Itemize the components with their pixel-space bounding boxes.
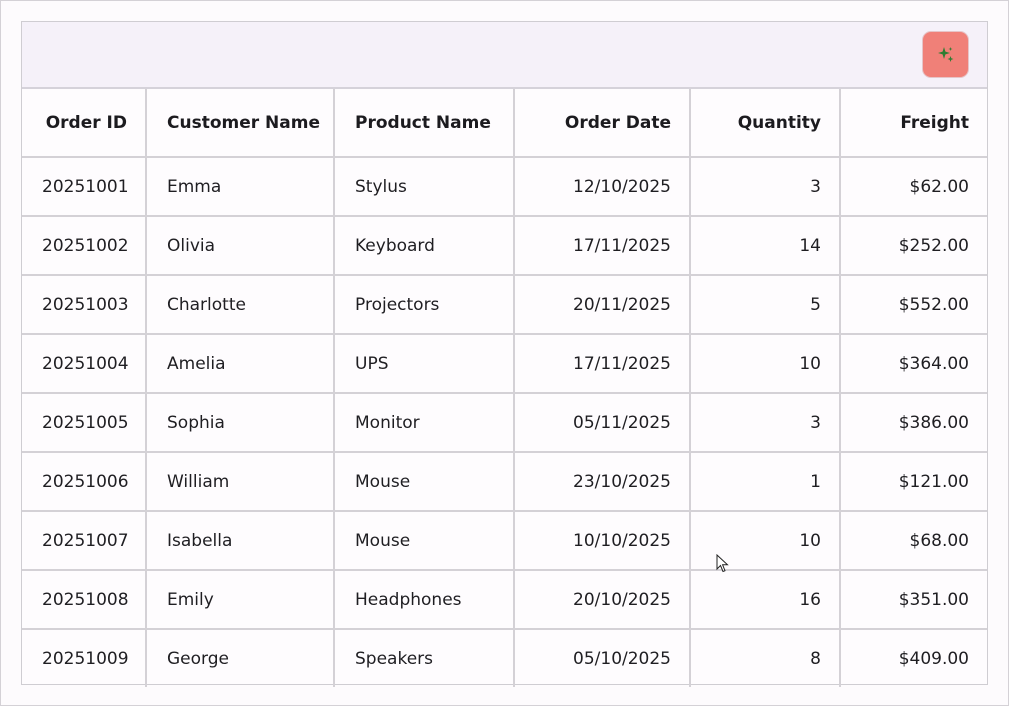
cell-customer-name[interactable]: Emily (146, 570, 335, 630)
cell-customer-name[interactable]: Amelia (146, 334, 335, 394)
cell-product-name[interactable]: Mouse (334, 452, 515, 512)
cell-order-date[interactable]: 20/11/2025 (514, 275, 691, 335)
cell-customer-name[interactable]: William (146, 452, 335, 512)
cell-freight[interactable]: $364.00 (840, 334, 987, 394)
cell-freight[interactable]: $351.00 (840, 570, 987, 630)
column-header-quantity[interactable]: Quantity (690, 89, 841, 158)
cell-product-name[interactable]: UPS (334, 334, 515, 394)
cell-order-id[interactable]: 20251007 (22, 511, 147, 571)
table-row[interactable]: 20251006 William Mouse 23/10/2025 1 $121… (22, 452, 987, 512)
cell-freight[interactable]: $409.00 (840, 629, 987, 687)
column-header-order-id[interactable]: Order ID (22, 89, 147, 158)
cell-order-date[interactable]: 12/10/2025 (514, 157, 691, 217)
column-header-product-name[interactable]: Product Name (334, 89, 515, 158)
table-row[interactable]: 20251001 Emma Stylus 12/10/2025 3 $62.00 (22, 157, 987, 217)
cell-quantity[interactable]: 5 (690, 275, 841, 335)
cell-order-date[interactable]: 20/10/2025 (514, 570, 691, 630)
cell-order-date[interactable]: 17/11/2025 (514, 334, 691, 394)
cell-order-id[interactable]: 20251005 (22, 393, 147, 453)
table-row[interactable]: 20251002 Olivia Keyboard 17/11/2025 14 $… (22, 216, 987, 276)
cell-order-id[interactable]: 20251002 (22, 216, 147, 276)
cell-freight[interactable]: $68.00 (840, 511, 987, 571)
cell-quantity[interactable]: 10 (690, 334, 841, 394)
cell-customer-name[interactable]: George (146, 629, 335, 687)
column-header-customer-name[interactable]: Customer Name (146, 89, 335, 158)
cell-order-id[interactable]: 20251001 (22, 157, 147, 217)
cell-quantity[interactable]: 3 (690, 157, 841, 217)
table-row[interactable]: 20251003 Charlotte Projectors 20/11/2025… (22, 275, 987, 335)
cell-order-id[interactable]: 20251004 (22, 334, 147, 394)
cell-freight[interactable]: $386.00 (840, 393, 987, 453)
cell-order-id[interactable]: 20251003 (22, 275, 147, 335)
cell-order-id[interactable]: 20251008 (22, 570, 147, 630)
column-header-order-date[interactable]: Order Date (514, 89, 691, 158)
cell-customer-name[interactable]: Charlotte (146, 275, 335, 335)
app-frame: Order ID Customer Name Product Name Orde… (0, 0, 1009, 706)
cell-quantity[interactable]: 8 (690, 629, 841, 687)
cell-order-date[interactable]: 17/11/2025 (514, 216, 691, 276)
table-row[interactable]: 20251005 Sophia Monitor 05/11/2025 3 $38… (22, 393, 987, 453)
cell-customer-name[interactable]: Sophia (146, 393, 335, 453)
grid-toolbar (22, 22, 987, 89)
cell-order-date[interactable]: 05/11/2025 (514, 393, 691, 453)
cell-order-date[interactable]: 10/10/2025 (514, 511, 691, 571)
cell-product-name[interactable]: Projectors (334, 275, 515, 335)
cell-freight[interactable]: $552.00 (840, 275, 987, 335)
cell-quantity[interactable]: 10 (690, 511, 841, 571)
data-grid: Order ID Customer Name Product Name Orde… (21, 21, 988, 687)
cell-product-name[interactable]: Keyboard (334, 216, 515, 276)
cell-freight[interactable]: $121.00 (840, 452, 987, 512)
cell-quantity[interactable]: 16 (690, 570, 841, 630)
cell-customer-name[interactable]: Emma (146, 157, 335, 217)
column-header-freight[interactable]: Freight (840, 89, 987, 158)
cell-freight[interactable]: $252.00 (840, 216, 987, 276)
cell-customer-name[interactable]: Olivia (146, 216, 335, 276)
cell-quantity[interactable]: 14 (690, 216, 841, 276)
orders-table: Order ID Customer Name Product Name Orde… (22, 89, 987, 687)
cell-product-name[interactable]: Stylus (334, 157, 515, 217)
cell-product-name[interactable]: Speakers (334, 629, 515, 687)
cell-order-date[interactable]: 23/10/2025 (514, 452, 691, 512)
table-row[interactable]: 20251008 Emily Headphones 20/10/2025 16 … (22, 570, 987, 630)
cell-order-date[interactable]: 05/10/2025 (514, 629, 691, 687)
cell-freight[interactable]: $62.00 (840, 157, 987, 217)
cell-product-name[interactable]: Mouse (334, 511, 515, 571)
table-row[interactable]: 20251007 Isabella Mouse 10/10/2025 10 $6… (22, 511, 987, 571)
cell-customer-name[interactable]: Isabella (146, 511, 335, 571)
ai-assist-button[interactable] (922, 31, 969, 78)
header-row: Order ID Customer Name Product Name Orde… (22, 89, 987, 158)
cell-product-name[interactable]: Monitor (334, 393, 515, 453)
cell-quantity[interactable]: 1 (690, 452, 841, 512)
table-row[interactable]: 20251009 George Speakers 05/10/2025 8 $4… (22, 629, 987, 687)
cell-product-name[interactable]: Headphones (334, 570, 515, 630)
table-row[interactable]: 20251004 Amelia UPS 17/11/2025 10 $364.0… (22, 334, 987, 394)
cell-order-id[interactable]: 20251009 (22, 629, 147, 687)
cell-quantity[interactable]: 3 (690, 393, 841, 453)
sparkle-icon (936, 45, 956, 65)
cell-order-id[interactable]: 20251006 (22, 452, 147, 512)
